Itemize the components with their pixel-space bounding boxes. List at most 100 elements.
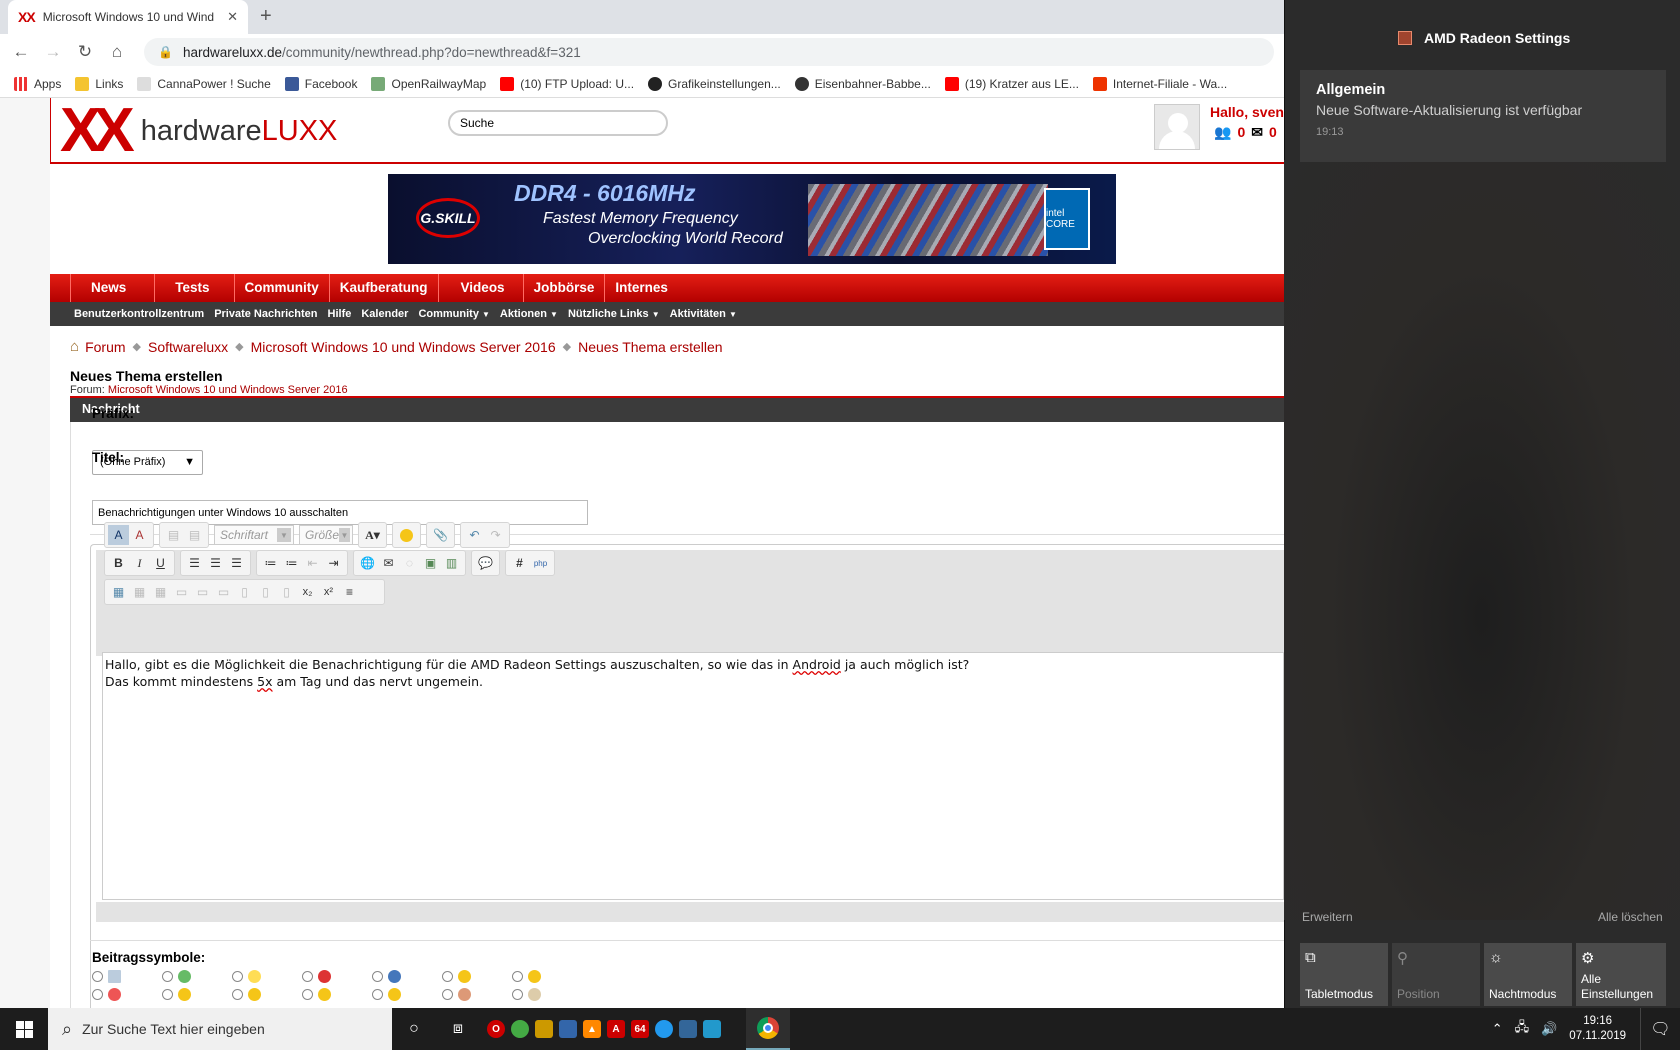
nav-kaufberatung[interactable]: Kaufberatung — [328, 274, 438, 302]
app-icon[interactable] — [559, 1020, 577, 1038]
post-icon-option[interactable] — [512, 988, 582, 1001]
post-icon-option[interactable] — [162, 970, 232, 983]
remove-format-icon[interactable]: A — [129, 525, 150, 545]
code-icon[interactable]: # — [509, 553, 530, 573]
network-icon[interactable]: 🖧 — [1515, 1018, 1530, 1040]
clear-all-button[interactable]: Alle löschen — [1598, 910, 1663, 924]
image-icon[interactable]: ▣ — [420, 553, 441, 573]
quote-icon[interactable]: 💬 — [475, 553, 496, 573]
acrobat-icon[interactable]: A — [607, 1020, 625, 1038]
home-icon[interactable]: ⌂ — [106, 42, 128, 62]
close-tab-icon[interactable]: ✕ — [227, 9, 238, 25]
home-icon[interactable]: ⌂ — [70, 338, 79, 355]
friends-icon[interactable]: 👥 — [1214, 124, 1231, 141]
post-icon-option[interactable] — [302, 970, 372, 983]
post-icon-option[interactable] — [442, 988, 512, 1001]
greeting[interactable]: Hallo, sven — [1210, 104, 1284, 120]
editor-resize-bar[interactable] — [96, 902, 1284, 922]
subnav-useful-links[interactable]: Nützliche Links ▼ — [568, 308, 660, 320]
post-icon-option[interactable] — [442, 970, 512, 983]
notification-app-header[interactable]: AMD Radeon Settings — [1398, 30, 1570, 46]
bookmark-internet-filiale[interactable]: Internet-Filiale - Wa... — [1092, 76, 1227, 91]
new-tab-icon[interactable]: + — [260, 5, 272, 28]
post-icon-option[interactable] — [92, 988, 162, 1001]
vlc-icon[interactable]: ▲ — [583, 1020, 601, 1038]
browser-tab[interactable]: XX Microsoft Windows 10 und Wind ✕ — [8, 0, 248, 34]
app-icon[interactable] — [655, 1020, 673, 1038]
subnav-actions[interactable]: Aktionen ▼ — [500, 308, 558, 320]
wysiwyg-toggle-icon[interactable]: A — [108, 525, 129, 545]
subnav-community[interactable]: Community ▼ — [418, 308, 489, 320]
ordered-list-icon[interactable]: ≔ — [260, 553, 281, 573]
bookmark-openrailwaymap[interactable]: OpenRailwayMap — [371, 76, 486, 91]
action-center-icon[interactable]: 🗨 — [1640, 1008, 1680, 1050]
notification-card[interactable]: Allgemein Neue Software-Aktualisierung i… — [1300, 70, 1666, 162]
task-view-icon[interactable]: ⧈ — [436, 1008, 480, 1050]
night-light-tile[interactable]: ☼ Nachtmodus — [1484, 943, 1572, 1006]
php-icon[interactable]: php — [530, 553, 551, 573]
opera-icon[interactable]: O — [487, 1020, 505, 1038]
app-icon[interactable] — [535, 1020, 553, 1038]
smiley-icon[interactable] — [396, 525, 417, 545]
back-icon[interactable]: ← — [10, 42, 32, 62]
reload-icon[interactable]: ↻ — [74, 42, 96, 62]
app-icon[interactable] — [679, 1020, 697, 1038]
video-icon[interactable]: ▥ — [441, 553, 462, 573]
bookmark-links[interactable]: Links — [75, 76, 123, 91]
italic-icon[interactable]: I — [129, 553, 150, 573]
breadcrumb-windows-forum[interactable]: Microsoft Windows 10 und Windows Server … — [251, 339, 556, 355]
bookmark-eisenbahner[interactable]: Eisenbahner-Babbe... — [794, 76, 931, 91]
mail-icon[interactable]: ✉ — [1251, 124, 1263, 141]
subnav-activities[interactable]: Aktivitäten ▼ — [670, 308, 737, 320]
attachment-icon[interactable]: 📎 — [430, 525, 451, 545]
chrome-icon[interactable] — [511, 1020, 529, 1038]
undo-icon[interactable]: ↶ — [464, 525, 485, 545]
table-icon[interactable]: ▦ — [108, 582, 129, 602]
url-field[interactable]: 🔒 hardwareluxx.de/community/newthread.ph… — [144, 38, 1274, 66]
bookmark-kratzer[interactable]: (19) Kratzer aus LE... — [944, 76, 1079, 91]
bookmark-ftp-upload[interactable]: (10) FTP Upload: U... — [500, 76, 634, 91]
bookmark-grafikeinstellungen[interactable]: Grafikeinstellungen... — [648, 76, 781, 91]
all-settings-tile[interactable]: ⚙ Alle Einstellungen — [1576, 943, 1666, 1006]
nav-jobboerse[interactable]: Jobbörse — [522, 274, 605, 302]
volume-icon[interactable]: 🔊 — [1541, 1021, 1557, 1037]
align-right-icon[interactable]: ☰ — [226, 553, 247, 573]
unordered-list-icon[interactable]: ≔ — [281, 553, 302, 573]
chevron-up-icon[interactable]: ⌃ — [1492, 1021, 1503, 1037]
message-textarea[interactable]: Hallo, gibt es die Möglichkeit die Benac… — [102, 652, 1284, 900]
subnav-usercp[interactable]: Benutzerkontrollzentrum — [74, 308, 204, 320]
link-icon[interactable]: 🌐 — [357, 553, 378, 573]
font-size-select[interactable]: Größe ▼ — [299, 525, 353, 545]
indent-icon[interactable]: ⇥ — [323, 553, 344, 573]
bookmark-facebook[interactable]: Facebook — [284, 76, 357, 91]
chrome-taskbar-button[interactable] — [746, 1008, 790, 1050]
taskbar-search[interactable]: ⌕ Zur Suche Text hier eingeben — [48, 1008, 392, 1050]
app-icon[interactable] — [703, 1020, 721, 1038]
nav-news[interactable]: News — [70, 274, 154, 302]
superscript-icon[interactable]: x² — [318, 582, 339, 602]
post-icon-option[interactable] — [162, 988, 232, 1001]
subnav-private-messages[interactable]: Private Nachrichten — [214, 308, 317, 320]
post-icon-option[interactable] — [302, 988, 372, 1001]
post-icon-option[interactable] — [372, 988, 442, 1001]
app-64-icon[interactable]: 64 — [631, 1020, 649, 1038]
nav-videos[interactable]: Videos — [437, 274, 523, 302]
font-family-select[interactable]: Schriftart ▼ — [214, 525, 294, 545]
post-icon-option[interactable] — [372, 970, 442, 983]
site-logo[interactable]: XX hardwareLUXX — [60, 100, 337, 162]
subnav-calendar[interactable]: Kalender — [361, 308, 408, 320]
underline-icon[interactable]: U — [150, 553, 171, 573]
clock[interactable]: 19:16 07.11.2019 — [1569, 1014, 1626, 1044]
bold-icon[interactable]: B — [108, 553, 129, 573]
align-left-icon[interactable]: ☰ — [184, 553, 205, 573]
forum-link[interactable]: Microsoft Windows 10 und Windows Server … — [108, 384, 348, 396]
text-color-icon[interactable]: A▾ — [362, 525, 383, 545]
start-button[interactable] — [0, 1008, 48, 1050]
bookmark-apps[interactable]: Apps — [14, 76, 61, 91]
subscript-icon[interactable]: x₂ — [297, 582, 318, 602]
cortana-icon[interactable]: ○ — [392, 1008, 436, 1050]
align-center-icon[interactable]: ☰ — [205, 553, 226, 573]
avatar[interactable] — [1154, 104, 1200, 150]
bookmark-cannapower[interactable]: CannaPower ! Suche — [137, 76, 271, 91]
post-icon-option[interactable] — [232, 970, 302, 983]
